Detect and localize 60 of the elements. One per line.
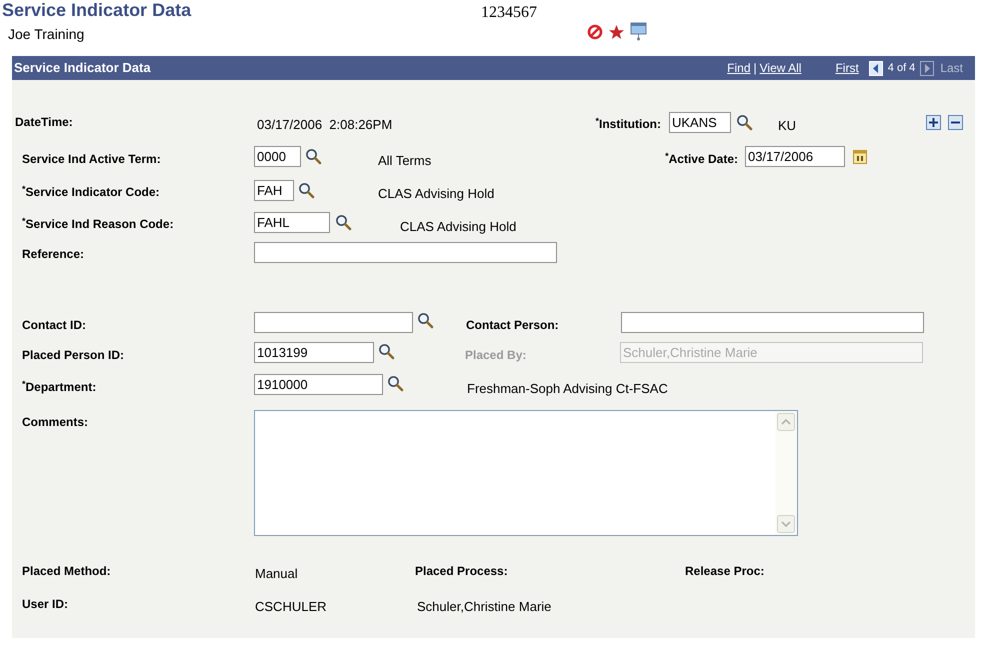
- view-all-link[interactable]: View All: [760, 59, 802, 77]
- field-label: Release Proc:: [685, 564, 764, 578]
- field-label: $^{*}$Service Indicator Code:: [22, 185, 161, 199]
- input-field[interactable]: FAHL: [254, 212, 330, 232]
- field-label: DateTime:: [15, 115, 74, 129]
- field-label: Service Ind Active Term:: [22, 152, 162, 166]
- input-field[interactable]: FAH: [254, 180, 294, 200]
- input-field[interactable]: 03/17/2006: [745, 146, 845, 166]
- field-value: CSCHULER: [255, 598, 328, 614]
- previous-icon[interactable]: [868, 60, 883, 76]
- input-field[interactable]: 0000: [254, 146, 301, 166]
- no-entry-icon[interactable]: [587, 24, 603, 40]
- input-field[interactable]: 1910000: [254, 374, 383, 394]
- field-label: $^{*}$Institution:: [594, 117, 661, 131]
- delete-row-button[interactable]: [948, 114, 963, 130]
- add-row-button[interactable]: [926, 114, 941, 130]
- description-text: CLAS Advising Hold: [378, 186, 494, 200]
- search-icon[interactable]: [736, 114, 753, 130]
- input-field[interactable]: [254, 242, 557, 262]
- description-text: All Terms: [378, 152, 432, 168]
- input-field[interactable]: [621, 312, 924, 332]
- field-label: Placed Person ID:: [22, 348, 126, 362]
- input-field[interactable]: UKANS: [669, 112, 731, 132]
- panel-title: Service Indicator Data: [14, 59, 151, 78]
- first-link[interactable]: First: [835, 59, 859, 77]
- page-title: Service Indicator Data: [2, 0, 192, 20]
- field-label: Placed Method:: [22, 564, 112, 578]
- description-text: CLAS Advising Hold: [400, 218, 516, 234]
- student-name: Joe Training: [8, 25, 84, 43]
- search-icon[interactable]: [298, 182, 315, 198]
- field-label: $^{*}$Active Date:: [664, 152, 738, 166]
- field-value: Manual: [255, 566, 299, 580]
- student-id: 1234567: [481, 4, 537, 22]
- field-label: Contact ID:: [22, 318, 87, 332]
- presentation-screen-icon[interactable]: [630, 22, 647, 41]
- field-label: Placed Process:: [415, 564, 509, 578]
- field-label: Comments:: [22, 415, 90, 429]
- calendar-icon[interactable]: [853, 148, 867, 164]
- search-icon[interactable]: [335, 214, 352, 230]
- field-label: Placed By:: [465, 348, 528, 362]
- field-label: User ID:: [22, 597, 70, 611]
- description-text: Freshman-Soph Advising Ct-FSAC: [467, 380, 668, 396]
- link-separator: |: [754, 60, 757, 77]
- search-icon[interactable]: [305, 148, 322, 164]
- field-label: Reference:: [22, 247, 86, 261]
- record-position: 4 of 4: [888, 60, 916, 76]
- field-label: $^{*}$Service Ind Reason Code:: [22, 217, 175, 231]
- input-field[interactable]: 1013199: [254, 342, 374, 362]
- field-label: $^{*}$Department:: [22, 380, 98, 394]
- find-link[interactable]: Find: [727, 59, 751, 77]
- user-name: Schuler,Christine Marie: [417, 598, 552, 614]
- field-label: Contact Person:: [466, 318, 560, 332]
- field-value: 03/17/2006 2:08:26PM: [257, 116, 394, 132]
- plus-icon: [929, 118, 938, 126]
- description-text: KU: [778, 118, 796, 132]
- search-icon[interactable]: [387, 374, 404, 392]
- search-icon[interactable]: [378, 342, 395, 360]
- star-icon[interactable]: [608, 24, 625, 40]
- search-icon[interactable]: [417, 312, 434, 328]
- input-field[interactable]: [254, 312, 413, 332]
